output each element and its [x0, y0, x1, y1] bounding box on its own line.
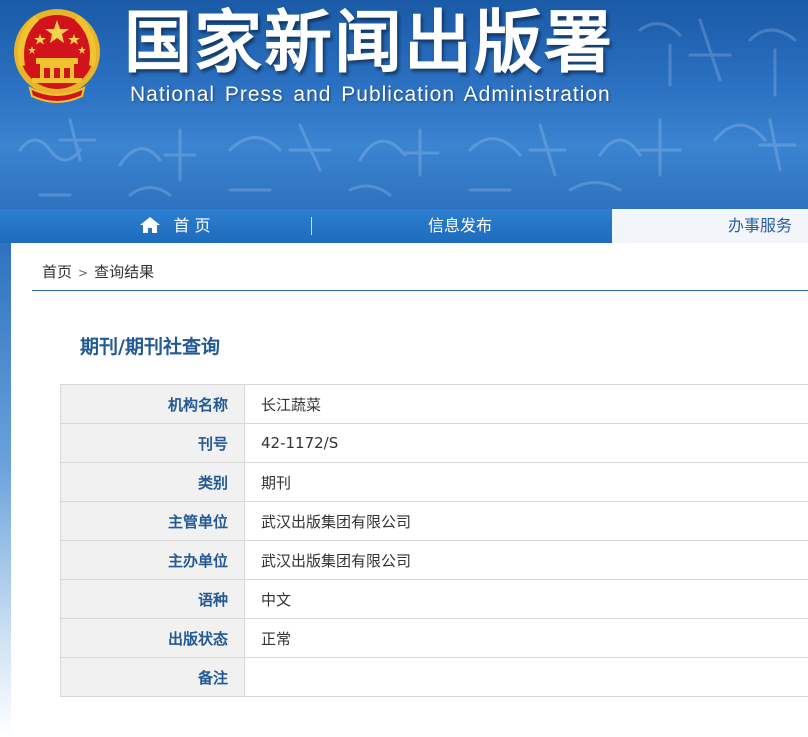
table-row: 主管单位 武汉出版集团有限公司: [60, 501, 808, 541]
row-label: 备注: [60, 657, 245, 697]
row-value: 期刊: [244, 462, 808, 502]
row-value: 42-1172/S: [244, 423, 808, 463]
site-title: 国家新闻出版署: [124, 4, 615, 83]
site-subtitle: National Press and Publication Administr…: [130, 83, 611, 106]
row-value: 长江蔬菜: [244, 384, 808, 424]
row-value: 正常: [244, 618, 808, 658]
nav-info-release[interactable]: 信息发布: [380, 209, 540, 243]
header-banner: 国家新闻出版署 National Press and Publication A…: [0, 0, 808, 209]
row-label: 类别: [60, 462, 245, 502]
breadcrumb-current: 查询结果: [94, 263, 155, 281]
row-label: 语种: [60, 579, 245, 619]
nav-separator: [311, 217, 312, 235]
row-label: 主办单位: [60, 540, 245, 580]
table-row: 备注: [60, 657, 808, 697]
row-label: 机构名称: [60, 384, 245, 424]
row-label: 出版状态: [60, 618, 245, 658]
page-title: 期刊/期刊社查询: [80, 336, 220, 358]
table-row: 刊号 42-1172/S: [60, 423, 808, 463]
table-row: 机构名称 长江蔬菜: [60, 384, 808, 424]
nav-services[interactable]: 办事服务: [612, 209, 808, 243]
result-table: 机构名称 长江蔬菜 刊号 42-1172/S 类别 期刊 主管单位 武汉出版集团…: [60, 384, 808, 697]
breadcrumb-home-link[interactable]: 首页: [42, 263, 72, 281]
table-row: 语种 中文: [60, 579, 808, 619]
side-gradient-strip: [0, 243, 11, 737]
nav-home-label: 首 页: [173, 216, 211, 235]
home-icon: [140, 217, 161, 233]
table-row: 类别 期刊: [60, 462, 808, 502]
table-row: 出版状态 正常: [60, 618, 808, 658]
row-value: 武汉出版集团有限公司: [244, 540, 808, 580]
table-row: 主办单位 武汉出版集团有限公司: [60, 540, 808, 580]
national-emblem-icon: [14, 9, 100, 103]
row-value: 中文: [244, 579, 808, 619]
row-label: 主管单位: [60, 501, 245, 541]
main-nav: 首 页 信息发布 办事服务: [0, 209, 808, 243]
row-value: 武汉出版集团有限公司: [244, 501, 808, 541]
row-label: 刊号: [60, 423, 245, 463]
breadcrumb: 首页 > 查询结果: [32, 253, 808, 291]
breadcrumb-separator: >: [78, 266, 89, 280]
nav-home[interactable]: 首 页: [110, 209, 240, 243]
row-value: [244, 657, 808, 697]
